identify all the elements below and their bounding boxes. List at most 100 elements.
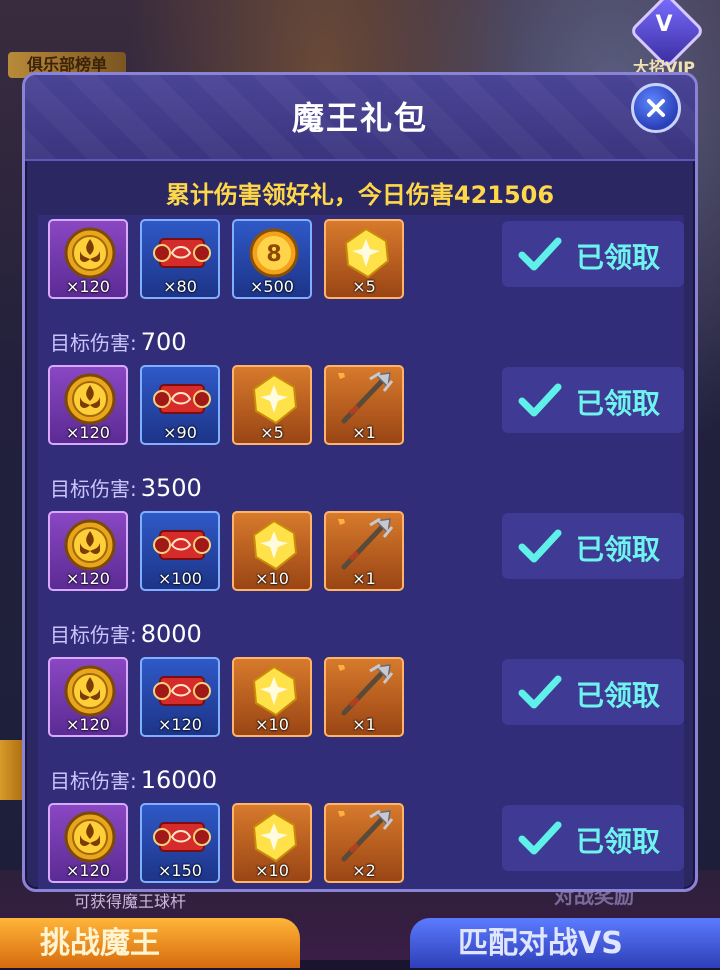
gem-icon — [252, 373, 298, 425]
reward-item-quantity: ×90 — [163, 423, 197, 442]
claimed-button[interactable]: 已领取 — [502, 367, 684, 433]
target-damage-label: 目标伤害: 700 — [50, 327, 187, 356]
scroll-icon — [153, 238, 211, 268]
emblem-icon — [64, 519, 116, 571]
reward-item-trident[interactable]: ×1 — [324, 365, 404, 445]
target-damage-label: 目标伤害: 8000 — [50, 619, 202, 648]
reward-item-coin-8[interactable]: 8 ×500 — [232, 219, 312, 299]
reward-item-emblem[interactable]: ×120 — [48, 803, 128, 883]
reward-item-quantity: ×100 — [158, 569, 202, 588]
reward-items: ×120 ×80 8 ×500 ×5 — [48, 219, 404, 299]
reward-item-gem[interactable]: ×5 — [324, 219, 404, 299]
checkmark-icon — [518, 383, 562, 417]
checkmark-icon — [518, 675, 562, 709]
trident-icon — [338, 371, 394, 424]
reward-item-trident[interactable]: ×1 — [324, 511, 404, 591]
reward-tier-row: 目标伤害: 16000 ×120 ×150 ×10 ×2 已领取 — [38, 755, 684, 889]
vip-badge-letter: V — [655, 12, 673, 37]
reward-tier-row: ×120 ×80 8 ×500 ×5 已领取 — [38, 215, 684, 319]
scroll-icon — [153, 530, 211, 560]
reward-item-scroll[interactable]: ×100 — [140, 511, 220, 591]
boss-gift-dialog: 魔王礼包 累计伤害领好礼，今日伤害421506 ×120 ×80 8 ×500 ×5 已领… — [22, 72, 698, 892]
reward-items: ×120 ×120 ×10 ×1 — [48, 657, 404, 737]
reward-item-quantity: ×10 — [255, 861, 289, 880]
reward-item-gem[interactable]: ×5 — [232, 365, 312, 445]
reward-item-quantity: ×2 — [352, 861, 376, 880]
svg-text:8: 8 — [266, 242, 281, 267]
target-damage-value: 700 — [140, 328, 187, 356]
vip-button[interactable]: V 大招VIP — [622, 0, 706, 77]
damage-summary: 累计伤害领好礼，今日伤害421506 — [165, 181, 555, 209]
gem-icon — [252, 665, 298, 717]
reward-tier-row: 目标伤害: 700 ×120 ×90 ×5 ×1 已领取 — [38, 317, 684, 465]
reward-item-emblem[interactable]: ×120 — [48, 511, 128, 591]
reward-item-trident[interactable]: ×1 — [324, 657, 404, 737]
reward-item-quantity: ×5 — [260, 423, 284, 442]
match-battle-button[interactable]: 匹配对战VS — [410, 918, 720, 968]
reward-item-scroll[interactable]: ×150 — [140, 803, 220, 883]
target-damage-value: 8000 — [140, 620, 202, 648]
reward-item-emblem[interactable]: ×120 — [48, 219, 128, 299]
emblem-icon — [64, 811, 116, 863]
reward-item-quantity: ×150 — [158, 861, 202, 880]
trident-icon — [338, 517, 394, 570]
reward-item-gem[interactable]: ×10 — [232, 803, 312, 883]
scroll-icon — [153, 822, 211, 852]
reward-item-quantity: ×120 — [66, 277, 110, 296]
reward-item-quantity: ×5 — [352, 277, 376, 296]
claimed-button[interactable]: 已领取 — [502, 805, 684, 871]
reward-item-quantity: ×120 — [66, 715, 110, 734]
reward-tier-row: 目标伤害: 8000 ×120 ×120 ×10 ×1 已领取 — [38, 609, 684, 757]
close-icon — [647, 99, 665, 117]
reward-item-gem[interactable]: ×10 — [232, 511, 312, 591]
reward-item-scroll[interactable]: ×90 — [140, 365, 220, 445]
claimed-status-text: 已领取 — [576, 241, 661, 274]
reward-tier-list[interactable]: ×120 ×80 8 ×500 ×5 已领取 目标伤害: 700 ×120 ×90 ×5 ×1 已领取目… — [38, 215, 684, 889]
target-damage-caption: 目标伤害: — [50, 331, 137, 355]
reward-item-quantity: ×1 — [352, 715, 376, 734]
close-button[interactable] — [631, 83, 681, 133]
reward-item-quantity: ×120 — [66, 423, 110, 442]
gem-icon — [252, 811, 298, 863]
claimed-button[interactable]: 已领取 — [502, 659, 684, 725]
reward-item-quantity: ×10 — [255, 569, 289, 588]
reward-item-quantity: ×120 — [158, 715, 202, 734]
checkmark-icon — [518, 821, 562, 855]
reward-item-emblem[interactable]: ×120 — [48, 365, 128, 445]
target-damage-value: 3500 — [140, 474, 202, 502]
reward-item-scroll[interactable]: ×120 — [140, 657, 220, 737]
trident-icon — [338, 809, 394, 862]
claimed-button[interactable]: 已领取 — [502, 513, 684, 579]
target-damage-label: 目标伤害: 16000 — [50, 765, 217, 794]
reward-item-quantity: ×1 — [352, 423, 376, 442]
emblem-icon — [64, 373, 116, 425]
reward-item-quantity: ×500 — [250, 277, 294, 296]
claimed-button[interactable]: 已领取 — [502, 221, 684, 287]
dialog-title: 魔王礼包 — [291, 99, 428, 137]
emblem-icon — [64, 665, 116, 717]
challenge-boss-button[interactable]: 挑战魔王 — [0, 918, 300, 968]
reward-item-quantity: ×120 — [66, 569, 110, 588]
reward-items: ×120 ×150 ×10 ×2 — [48, 803, 404, 883]
reward-item-trident[interactable]: ×2 — [324, 803, 404, 883]
target-damage-caption: 目标伤害: — [50, 623, 137, 647]
reward-item-quantity: ×80 — [163, 277, 197, 296]
scroll-icon — [153, 384, 211, 414]
emblem-icon — [64, 227, 116, 279]
reward-tier-row: 目标伤害: 3500 ×120 ×100 ×10 ×1 已领取 — [38, 463, 684, 611]
reward-item-scroll[interactable]: ×80 — [140, 219, 220, 299]
reward-items: ×120 ×90 ×5 ×1 — [48, 365, 404, 445]
claimed-status-text: 已领取 — [576, 679, 661, 712]
gem-icon — [344, 227, 390, 279]
reward-item-quantity: ×120 — [66, 861, 110, 880]
trident-icon — [338, 663, 394, 716]
target-damage-value: 16000 — [140, 766, 218, 794]
reward-item-emblem[interactable]: ×120 — [48, 657, 128, 737]
reward-items: ×120 ×100 ×10 ×1 — [48, 511, 404, 591]
scroll-icon — [153, 676, 211, 706]
coin-8-icon: 8 — [249, 228, 299, 278]
gem-icon — [252, 519, 298, 571]
target-damage-label: 目标伤害: 3500 — [50, 473, 202, 502]
claimed-status-text: 已领取 — [576, 825, 661, 858]
reward-item-gem[interactable]: ×10 — [232, 657, 312, 737]
